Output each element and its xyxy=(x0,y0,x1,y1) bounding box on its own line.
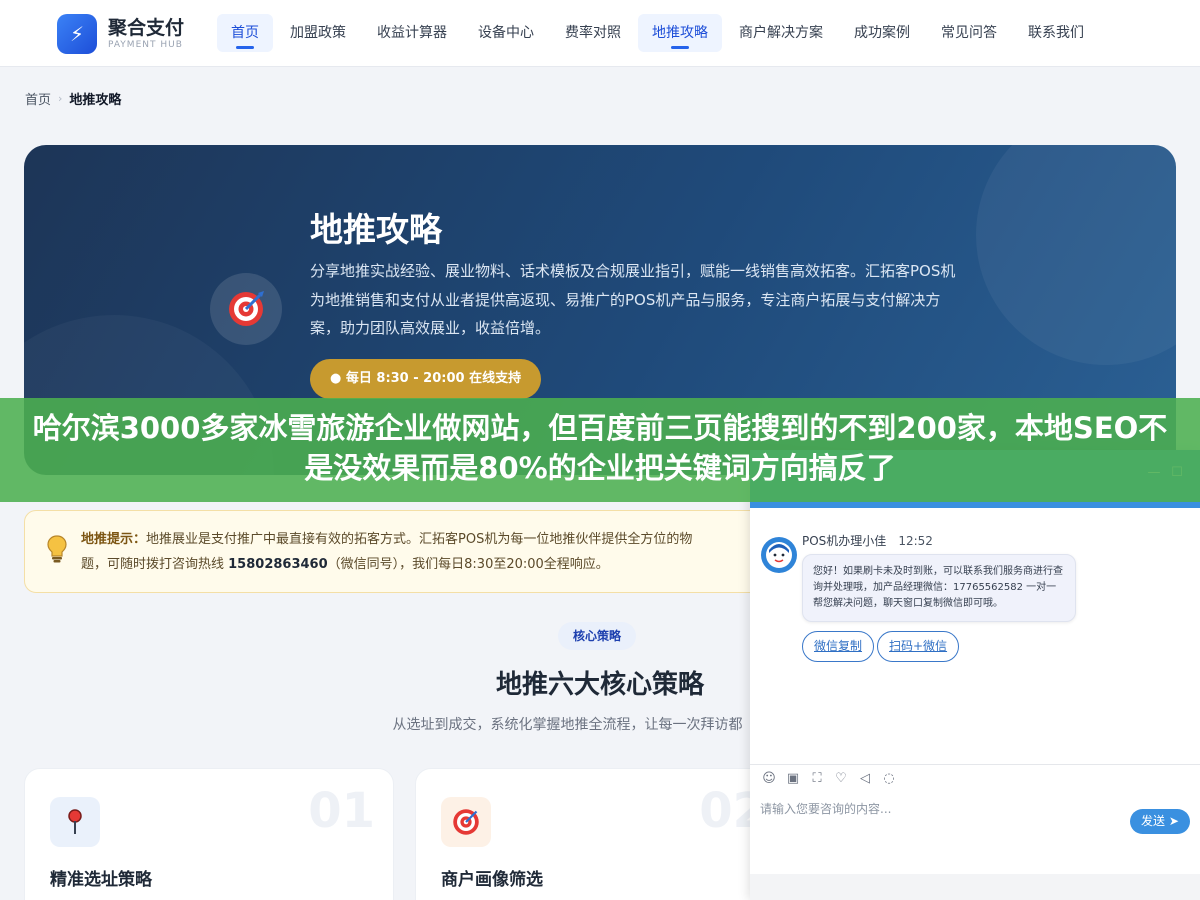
breadcrumb-current: 地推攻略 xyxy=(69,93,122,108)
agent-name: POS机办理小佳 xyxy=(802,534,887,548)
scan-wechat-button[interactable]: 扫码+微信 xyxy=(877,631,960,662)
headline-overlay: 哈尔滨3000多家冰雪旅游企业做网站，但百度前三页能搜到的不到200家，本地SE… xyxy=(0,398,1200,502)
nav-item-join-policy[interactable]: 加盟政策 xyxy=(276,14,360,52)
strategy-card[interactable]: 01 精准选址策略 xyxy=(24,768,394,900)
divider xyxy=(750,764,1200,765)
top-header: ⚡ 聚合支付 PAYMENT HUB 首页 加盟政策 收益计算器 设备中心 费率… xyxy=(0,0,1200,67)
hero-title: 地推攻略 xyxy=(310,210,442,249)
nav-item-merchant-solutions[interactable]: 商户解决方案 xyxy=(725,14,837,52)
card-title: 精准选址策略 xyxy=(50,870,152,890)
nav-item-rate-compare[interactable]: 费率对照 xyxy=(551,14,635,52)
nav-item-faq[interactable]: 常见问答 xyxy=(927,14,1011,52)
chat-message: 您好！如果刷卡未及时到账，可以联系我们服务商进行查询并处理哦，加产品经理微信：1… xyxy=(802,554,1076,622)
lightbulb-icon xyxy=(47,535,67,567)
rating-icon[interactable]: ♡ xyxy=(832,770,850,788)
brand-subtitle: PAYMENT HUB xyxy=(108,40,183,50)
lightning-icon: ⚡ xyxy=(57,14,97,54)
chat-widget: — ☐ POS机办理小佳12:52 您好！如果刷卡未及时到账，可以联系我们服务商… xyxy=(750,450,1200,900)
breadcrumb: 首页 › 地推攻略 xyxy=(25,89,121,108)
nav-item-promotion-guide[interactable]: 地推攻略 xyxy=(638,14,722,52)
breadcrumb-home[interactable]: 首页 xyxy=(25,89,51,108)
hero-description: 分享地推实战经验、展业物料、话术模板及合规展业指引，赋能一线销售高效拓客。汇拓客… xyxy=(310,262,956,337)
headline-text: 哈尔滨3000多家冰雪旅游企业做网站，但百度前三页能搜到的不到200家，本地SE… xyxy=(32,411,1168,485)
send-button[interactable]: 发送 ➤ xyxy=(1130,809,1190,834)
tip-text: 地推提示：地推展业是支付推广中最直接有效的拓客方式。汇拓客POS机为每一位地推伙… xyxy=(81,527,771,577)
tip-body-2: 题，可随时拨打咨询热线 xyxy=(81,557,229,572)
chevron-right-icon: › xyxy=(58,92,63,105)
decorative-circle xyxy=(976,145,1176,365)
chat-toolbar: ☺ ▣ ⛶ ♡ ◁ ◌ xyxy=(760,770,904,788)
map-pin-icon xyxy=(50,797,100,847)
online-support-button[interactable]: ● 每日 8:30 - 20:00 在线支持 xyxy=(310,359,542,399)
chat-bubbles-icon[interactable]: ◌ xyxy=(880,770,898,788)
send-label: 发送 xyxy=(1141,814,1166,828)
nav-item-home[interactable]: 首页 xyxy=(217,14,273,52)
tip-box: 地推提示：地推展业是支付推广中最直接有效的拓客方式。汇拓客POS机为每一位地推伙… xyxy=(24,510,784,593)
agent-name-line: POS机办理小佳 12:52 xyxy=(802,532,933,549)
card-title: 商户画像筛选 xyxy=(441,870,543,890)
nav-item-device-center[interactable]: 设备中心 xyxy=(464,14,548,52)
target-icon xyxy=(210,273,282,345)
tip-body-3: （微信同号），我们每日8:30至20:00全程响应。 xyxy=(327,557,609,572)
section-badge: 核心策略 xyxy=(558,622,637,650)
send-arrow-icon: ➤ xyxy=(1168,814,1179,828)
image-icon[interactable]: ▣ xyxy=(784,770,802,788)
tip-body-1: 地推展业是支付推广中最直接有效的拓客方式。汇拓客POS机为每一位地推伙伴提供全方… xyxy=(146,532,693,547)
tip-label: 地推提示： xyxy=(81,532,147,547)
card-number: 01 xyxy=(308,783,375,839)
nav-item-success-cases[interactable]: 成功案例 xyxy=(840,14,924,52)
strategy-card[interactable]: 02 商户画像筛选 xyxy=(415,768,785,900)
chat-input[interactable]: 请输入您要咨询的内容... xyxy=(760,800,891,817)
hotline-number[interactable]: 15802863460 xyxy=(228,557,328,572)
screenshot-icon[interactable]: ⛶ xyxy=(808,770,826,788)
logo[interactable]: ⚡ 聚合支付 PAYMENT HUB xyxy=(57,14,184,54)
message-time: 12:52 xyxy=(898,534,933,548)
copy-wechat-button[interactable]: 微信复制 xyxy=(802,631,875,662)
target-icon xyxy=(441,797,491,847)
brand-name: 聚合支付 xyxy=(108,17,185,39)
agent-avatar xyxy=(761,537,797,573)
nav-item-contact[interactable]: 联系我们 xyxy=(1014,14,1098,52)
mute-icon[interactable]: ◁ xyxy=(856,770,874,788)
main-nav: 首页 加盟政策 收益计算器 设备中心 费率对照 地推攻略 商户解决方案 成功案例… xyxy=(217,14,1101,52)
nav-item-income-calculator[interactable]: 收益计算器 xyxy=(363,14,461,52)
chat-footer xyxy=(750,874,1200,900)
emoji-icon[interactable]: ☺ xyxy=(760,770,778,788)
